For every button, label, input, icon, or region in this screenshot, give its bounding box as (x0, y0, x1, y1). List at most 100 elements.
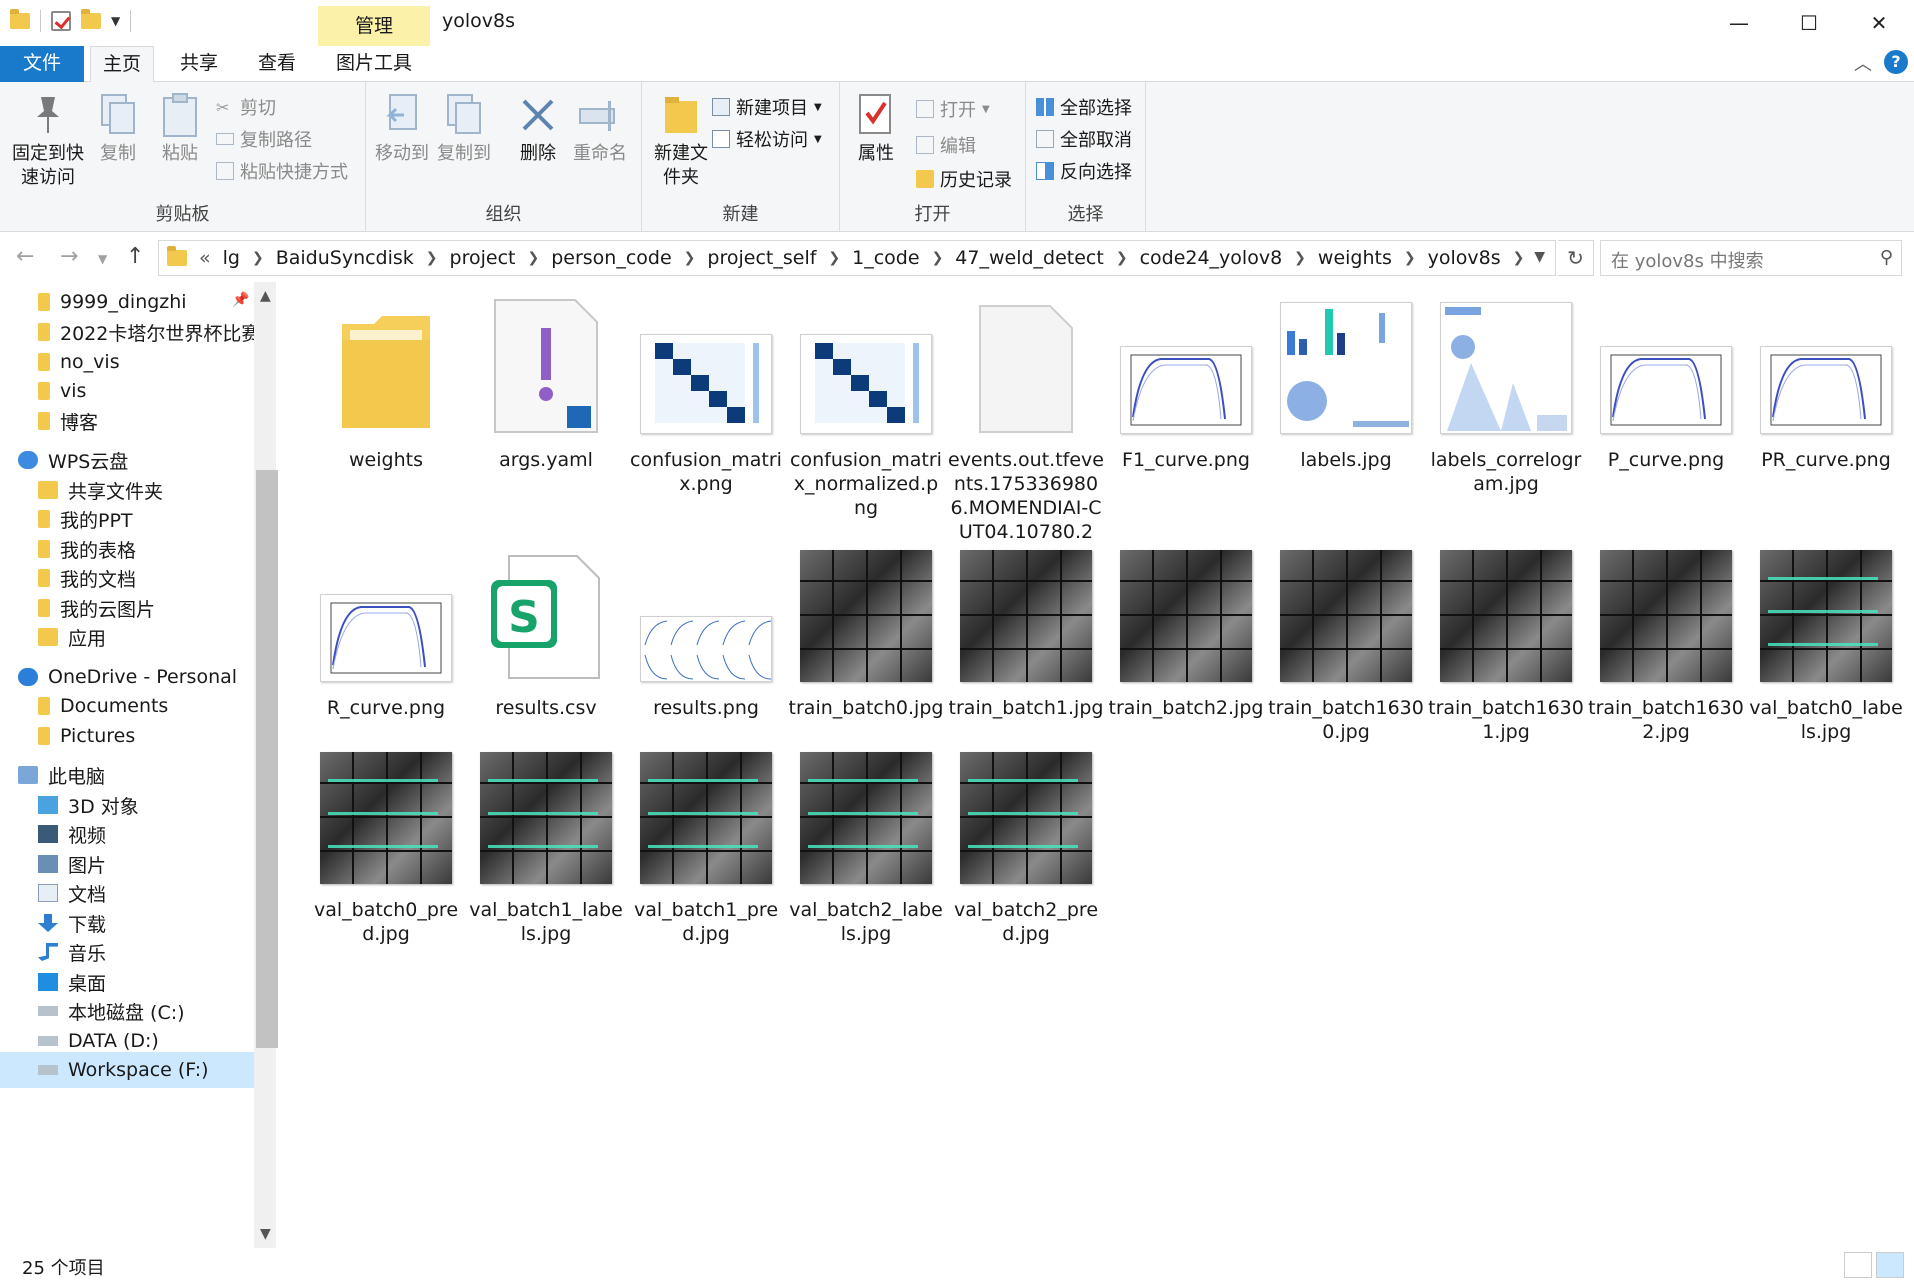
paste-shortcut-button[interactable]: 粘贴快捷方式 (216, 158, 348, 184)
delete-button[interactable]: 删除 (514, 92, 562, 166)
breadcrumb-item[interactable]: lg (223, 247, 240, 269)
svg-text:S: S (508, 592, 540, 643)
forward-arrow-icon[interactable]: → (60, 244, 78, 269)
search-input[interactable]: 在 yolov8s 中搜索 ⚲ (1600, 240, 1902, 276)
customize-toolbar-icon[interactable]: ▼ (111, 14, 120, 28)
back-arrow-icon[interactable]: ← (16, 244, 34, 269)
nav-item-label: Workspace (F:) (68, 1059, 209, 1081)
nav-item[interactable]: Pictures (0, 718, 254, 754)
file-name: labels.jpg (1300, 449, 1392, 471)
image-thumbnail (640, 302, 772, 434)
breadcrumb-overflow[interactable]: « (199, 247, 211, 269)
nav-item[interactable]: 博客 (0, 403, 254, 439)
chevron-right-icon[interactable]: ❯ (252, 250, 264, 266)
select-none-button[interactable]: 全部取消 (1036, 126, 1132, 152)
large-icons-view-icon[interactable] (1876, 1252, 1904, 1278)
new-folder-button[interactable]: 新建文件夹 (648, 92, 714, 190)
folder-icon (167, 246, 187, 266)
address-bar[interactable]: « lg ❯ BaiduSyncdisk ❯ project ❯ person_code ❯ p… (158, 240, 1556, 276)
scroll-thumb[interactable] (256, 470, 278, 1048)
computer-icon (18, 766, 38, 784)
chevron-right-icon[interactable]: ❯ (1116, 250, 1128, 266)
file-name: val_batch0_pred.jpg (313, 899, 459, 945)
chevron-right-icon[interactable]: ❯ (527, 250, 539, 266)
folder-icon (38, 382, 50, 400)
document-icon (38, 884, 58, 902)
edit-button[interactable]: 编辑 (916, 132, 976, 158)
copy-to-button[interactable]: 复制到 (436, 92, 492, 166)
recent-locations-icon[interactable]: ▼ (98, 252, 107, 266)
tab-view[interactable]: 查看 (242, 46, 312, 82)
collapse-ribbon-icon[interactable]: ︿ (1854, 50, 1872, 76)
refresh-icon[interactable]: ↻ (1558, 240, 1594, 276)
cut-button[interactable]: ✂ 剪切 (216, 94, 276, 120)
tab-home[interactable]: 主页 (90, 46, 154, 83)
properties-icon[interactable] (51, 11, 71, 31)
pin-quick-access-button[interactable]: 固定到快速访问 (6, 92, 90, 190)
tab-file[interactable]: 文件 (0, 46, 84, 82)
chevron-right-icon[interactable]: ❯ (684, 250, 696, 266)
breadcrumb-item[interactable]: yolov8s (1428, 247, 1501, 269)
nav-item-label: 此电脑 (48, 765, 106, 788)
copy-to-icon (442, 92, 486, 138)
file-name: weights (349, 449, 423, 471)
image-thumbnail (1760, 302, 1892, 434)
paste-button[interactable]: 粘贴 (156, 92, 204, 166)
copy-path-label: 复制路径 (240, 130, 312, 151)
folder-icon (38, 727, 50, 745)
copy-label: 复制 (100, 143, 136, 164)
nav-item[interactable]: Workspace (F:) (0, 1052, 254, 1088)
chevron-right-icon[interactable]: ❯ (1294, 250, 1306, 266)
breadcrumb-item[interactable]: person_code (551, 247, 671, 269)
chevron-right-icon[interactable]: ❯ (828, 250, 840, 266)
details-view-icon[interactable] (1844, 1252, 1872, 1278)
close-button[interactable]: ✕ (1844, 0, 1914, 46)
copy-button[interactable]: 复制 (94, 92, 142, 166)
nav-item[interactable]: 应用 (0, 619, 254, 655)
chevron-right-icon[interactable]: ❯ (932, 250, 944, 266)
minimize-button[interactable]: — (1704, 0, 1774, 46)
tab-share[interactable]: 共享 (164, 46, 234, 82)
easy-access-button[interactable]: 轻松访问 ▼ (712, 126, 822, 152)
new-folder-icon[interactable] (81, 9, 101, 29)
breadcrumb-item[interactable]: weights (1318, 247, 1392, 269)
chevron-right-icon[interactable]: ❯ (426, 250, 438, 266)
history-button[interactable]: 历史记录 (916, 166, 1012, 192)
nav-scrollbar[interactable]: ▲ ▼ (254, 282, 278, 1248)
dropdown-arrow-icon: ▼ (814, 133, 822, 145)
breadcrumb-item[interactable]: project_self (707, 247, 816, 269)
copy-path-button[interactable]: 复制路径 (216, 126, 312, 152)
nav-item-label: vis (60, 380, 87, 402)
new-folder-label: 新建文件夹 (654, 143, 708, 188)
nav-item-label: Documents (60, 695, 169, 717)
search-icon: ⚲ (1879, 247, 1893, 268)
breadcrumb-item[interactable]: project (450, 247, 516, 269)
rename-button[interactable]: 重命名 (570, 92, 630, 166)
tab-picture-tools[interactable]: 图片工具 (318, 46, 430, 82)
scroll-up-icon[interactable]: ▲ (260, 288, 271, 304)
breadcrumb-item[interactable]: 47_weld_detect (955, 247, 1104, 269)
breadcrumb-item[interactable]: code24_yolov8 (1140, 247, 1283, 269)
folder-icon (38, 599, 50, 617)
maximize-button[interactable]: ☐ (1774, 0, 1844, 46)
properties-button[interactable]: 属性 (850, 92, 902, 166)
open-button[interactable]: 打开 ▼ (916, 96, 990, 122)
new-item-button[interactable]: 新建项目 ▼ (712, 94, 822, 120)
breadcrumb-item[interactable]: 1_code (852, 247, 919, 269)
group-open: 属性 打开 ▼ 编辑 历史记录 打开 (840, 82, 1026, 232)
chevron-right-icon[interactable]: ❯ (1513, 250, 1525, 266)
invert-selection-button[interactable]: 反向选择 (1036, 158, 1132, 184)
desktop-icon (38, 973, 58, 991)
address-dropdown-icon[interactable]: ▼ (1534, 249, 1545, 265)
chevron-right-icon[interactable]: ❯ (1404, 250, 1416, 266)
context-tab-manage[interactable]: 管理 (318, 6, 430, 46)
video-icon (38, 825, 58, 843)
help-icon[interactable]: ? (1884, 50, 1908, 74)
scroll-down-icon[interactable]: ▼ (260, 1226, 271, 1242)
breadcrumb-item[interactable]: BaiduSyncdisk (276, 247, 414, 269)
copy-icon (96, 92, 140, 138)
select-all-button[interactable]: 全部选择 (1036, 94, 1132, 120)
move-to-button[interactable]: 移动到 (374, 92, 430, 166)
up-arrow-icon[interactable]: ↑ (126, 244, 144, 269)
image-thumbnail (1440, 302, 1572, 434)
